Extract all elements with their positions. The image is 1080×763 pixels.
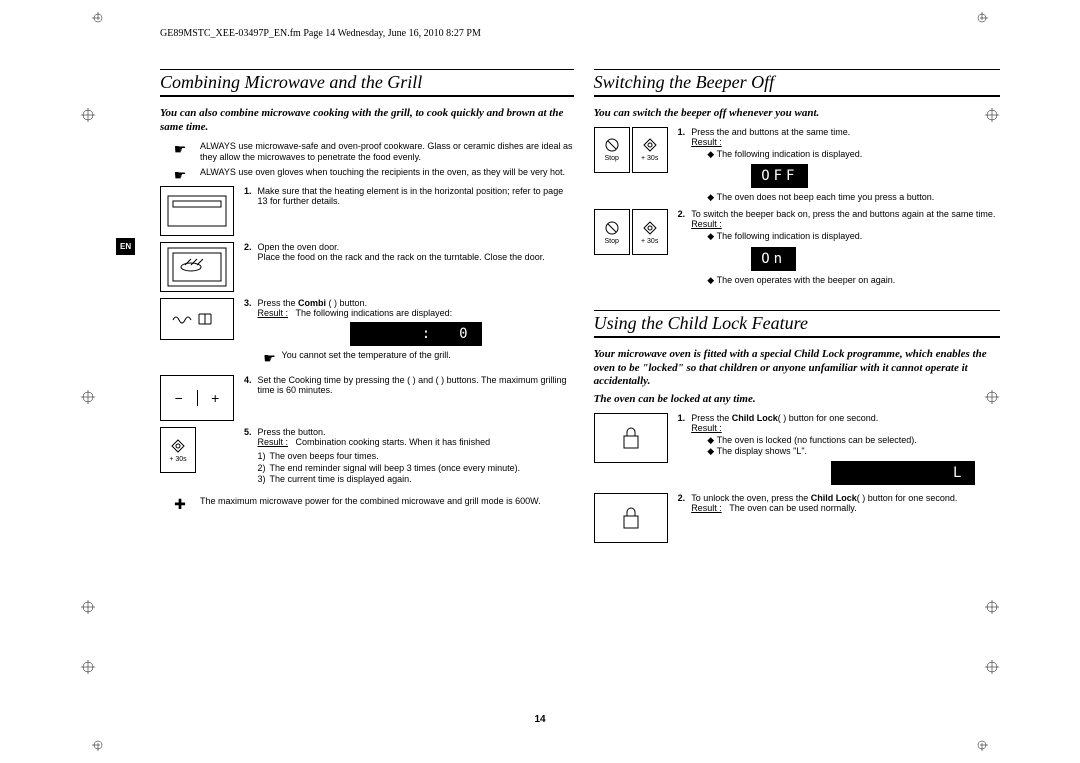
step-text: To unlock the oven, press the Child Lock… [691, 493, 1000, 513]
step-number: 5. [244, 427, 252, 437]
display-readout: : 0 [350, 322, 482, 346]
language-tab: EN [116, 238, 135, 255]
rule [160, 95, 574, 97]
stop-button-icon: Stop [594, 209, 630, 255]
note-text: The maximum microwave power for the comb… [200, 496, 574, 507]
oven-open-icon [160, 242, 234, 292]
rule [594, 69, 1000, 70]
page-number: 14 [0, 714, 1080, 725]
stop-button-icon: Stop [594, 127, 630, 173]
step-text: Press the Child Lock( ) button for one s… [691, 413, 1000, 488]
step-text: Set the Cooking time by pressing the ( )… [258, 375, 574, 395]
registration-mark-icon [81, 660, 95, 674]
intro-text: You can switch the beeper off whenever y… [594, 107, 1000, 121]
step-text: Press the and buttons at the same time. … [691, 127, 1000, 204]
step-text: Press the Combi ( ) button. Result : The… [258, 298, 574, 369]
header-path: GE89MSTC_XEE-03497P_EN.fm Page 14 Wednes… [160, 28, 1000, 39]
step-number: 2. [244, 242, 252, 252]
step-text: To switch the beeper back on, press the … [691, 209, 1000, 286]
pointer-right-icon: ☛ [160, 167, 200, 182]
pointer-right-icon: ☛ [160, 141, 200, 156]
combi-button-icon [160, 298, 234, 340]
crop-mark-icon [976, 739, 988, 751]
rule [594, 95, 1000, 97]
oven-heater-icon [160, 186, 234, 236]
rule [594, 310, 1000, 311]
display-readout: On [751, 247, 796, 271]
rule [160, 69, 574, 70]
step-number: 2. [678, 209, 686, 219]
minus-plus-buttons-icon: −+ [160, 375, 234, 421]
section-title-childlock: Using the Child Lock Feature [594, 313, 1000, 334]
registration-mark-icon [81, 108, 95, 122]
display-readout: L [831, 461, 975, 485]
registration-mark-icon [81, 600, 95, 614]
registration-mark-icon [985, 660, 999, 674]
step-number: 2. [678, 493, 686, 503]
step-number: 1. [678, 413, 686, 423]
step-text: Open the oven door. Place the food on th… [258, 242, 574, 262]
bullet-text: ALWAYS use oven gloves when touching the… [200, 167, 574, 178]
start-plus30-button-icon: + 30s [160, 427, 196, 473]
registration-mark-icon [81, 390, 95, 404]
intro-text: The oven can be locked at any time. [594, 393, 1000, 407]
step-number: 1. [244, 186, 252, 196]
bullet-text: ALWAYS use microwave-safe and oven-proof… [200, 141, 574, 164]
display-readout: OFF [751, 164, 808, 188]
step-number: 4. [244, 375, 252, 385]
step-text: Press the button. Result : Combination c… [258, 427, 574, 486]
step-number: 3. [244, 298, 252, 308]
step-number: 1. [678, 127, 686, 137]
pointer-right-icon: ☛ [258, 350, 282, 365]
intro-text: Your microwave oven is fitted with a spe… [594, 348, 1000, 389]
registration-mark-icon [985, 600, 999, 614]
crop-mark-icon [976, 12, 988, 24]
crop-mark-icon [92, 12, 104, 24]
registration-mark-icon [985, 108, 999, 122]
section-title-beeper: Switching the Beeper Off [594, 72, 1000, 93]
step-text: Make sure that the heating element is in… [258, 186, 574, 206]
section-title-combi: Combining Microwave and the Grill [160, 72, 574, 93]
intro-text: You can also combine microwave cooking w… [160, 107, 574, 135]
start-plus30-button-icon: + 30s [632, 127, 668, 173]
plus-note-icon: ✚ [160, 496, 200, 511]
lock-button-icon [594, 413, 668, 463]
start-plus30-button-icon: + 30s [632, 209, 668, 255]
lock-button-icon [594, 493, 668, 543]
rule [594, 336, 1000, 338]
crop-mark-icon [92, 739, 104, 751]
registration-mark-icon [985, 390, 999, 404]
